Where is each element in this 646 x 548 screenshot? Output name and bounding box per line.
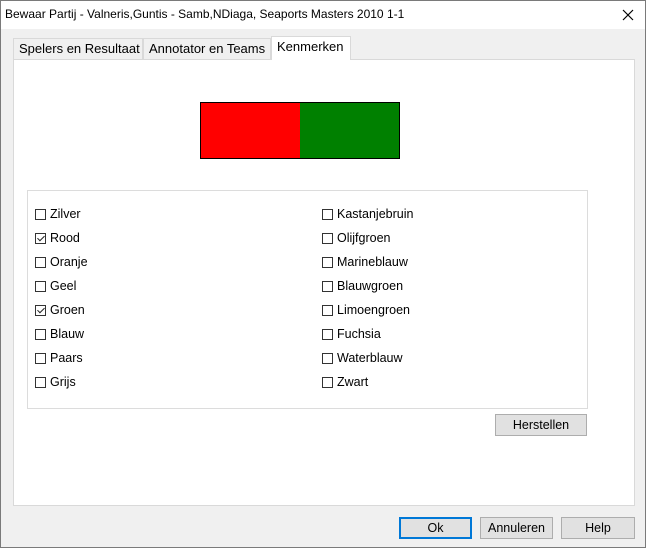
checkbox-unchecked-icon[interactable] [322,280,333,292]
tab-panel-kenmerken: Zilver Rood Oranje Geel Groen Blauw Paars Grijs… [13,59,635,506]
color-checkbox-oranje[interactable]: Oranje [35,252,88,272]
checkbox-label: Marineblauw [337,255,408,269]
checkbox-label: Geel [50,279,77,293]
checkbox-label: Blauwgroen [337,279,404,293]
close-icon [622,9,634,21]
checkbox-checked-icon[interactable] [35,232,46,244]
checkbox-unchecked-icon[interactable] [322,208,333,220]
checkbox-label: Olijfgroen [337,231,391,245]
color-checkbox-paars[interactable]: Paars [35,348,83,368]
checkbox-label: Kastanjebruin [337,207,414,221]
color-checkbox-limoengroen[interactable]: Limoengroen [322,300,410,320]
dialog-window: Bewaar Partij - Valneris,Guntis - Samb,N… [0,0,646,548]
checkbox-unchecked-icon[interactable] [35,208,46,220]
color-checkbox-groen[interactable]: Groen [35,300,85,320]
checkbox-label: Oranje [50,255,88,269]
checkbox-label: Blauw [50,327,85,341]
checkbox-unchecked-icon[interactable] [35,328,46,340]
checkbox-label: Fuchsia [337,327,381,341]
checkbox-label: Zwart [337,375,369,389]
color-checkbox-olijfgroen[interactable]: Olijfgroen [322,228,391,248]
color-checkbox-waterblauw[interactable]: Waterblauw [322,348,403,368]
checkbox-checked-icon[interactable] [35,304,46,316]
checkbox-unchecked-icon[interactable] [35,376,46,388]
color-checkbox-marineblauw[interactable]: Marineblauw [322,252,408,272]
checkbox-unchecked-icon[interactable] [35,280,46,292]
reset-button[interactable]: Herstellen [495,414,587,436]
checkbox-label: Limoengroen [337,303,410,317]
tab-annotator-en-teams[interactable]: Annotator en Teams [143,38,271,59]
color-checkbox-blauwgroen[interactable]: Blauwgroen [322,276,403,296]
color-checkbox-geel[interactable]: Geel [35,276,76,296]
checkbox-label: Rood [50,231,80,245]
checkbox-label: Zilver [50,207,81,221]
checkbox-label: Grijs [50,375,76,389]
color-checkbox-grijs[interactable]: Grijs [35,372,76,392]
ok-button[interactable]: Ok [399,517,472,539]
color-preview [200,102,400,159]
color-checkbox-zilver[interactable]: Zilver [35,204,81,224]
checkbox-label: Waterblauw [337,351,403,365]
checkbox-unchecked-icon[interactable] [322,232,333,244]
help-button[interactable]: Help [561,517,635,539]
color-checkbox-blauw[interactable]: Blauw [35,324,84,344]
color-checkbox-rood[interactable]: Rood [35,228,80,248]
checkbox-unchecked-icon[interactable] [322,352,333,364]
checkbox-unchecked-icon[interactable] [322,376,333,388]
color-checkbox-kastanjebruin[interactable]: Kastanjebruin [322,204,413,224]
color-checkbox-zwart[interactable]: Zwart [322,372,368,392]
checkbox-unchecked-icon[interactable] [35,352,46,364]
tab-kenmerken[interactable]: Kenmerken [271,36,351,60]
close-button[interactable] [611,1,645,29]
window-title: Bewaar Partij - Valneris,Guntis - Samb,N… [5,7,405,21]
tab-spelers-en-resultaat[interactable]: Spelers en Resultaat [13,38,143,59]
title-bar: Bewaar Partij - Valneris,Guntis - Samb,N… [1,1,645,29]
cancel-button[interactable]: Annuleren [480,517,553,539]
checkbox-label: Groen [50,303,85,317]
checkbox-unchecked-icon[interactable] [35,256,46,268]
color-checkbox-fuchsia[interactable]: Fuchsia [322,324,381,344]
checkbox-unchecked-icon[interactable] [322,304,333,316]
checkbox-label: Paars [50,351,83,365]
color-checkbox-group: Zilver Rood Oranje Geel Groen Blauw Paars Grijs… [27,190,588,409]
checkbox-unchecked-icon[interactable] [322,328,333,340]
color-preview-swatch-2 [300,103,399,158]
checkbox-unchecked-icon[interactable] [322,256,333,268]
color-preview-swatch-1 [201,103,300,158]
